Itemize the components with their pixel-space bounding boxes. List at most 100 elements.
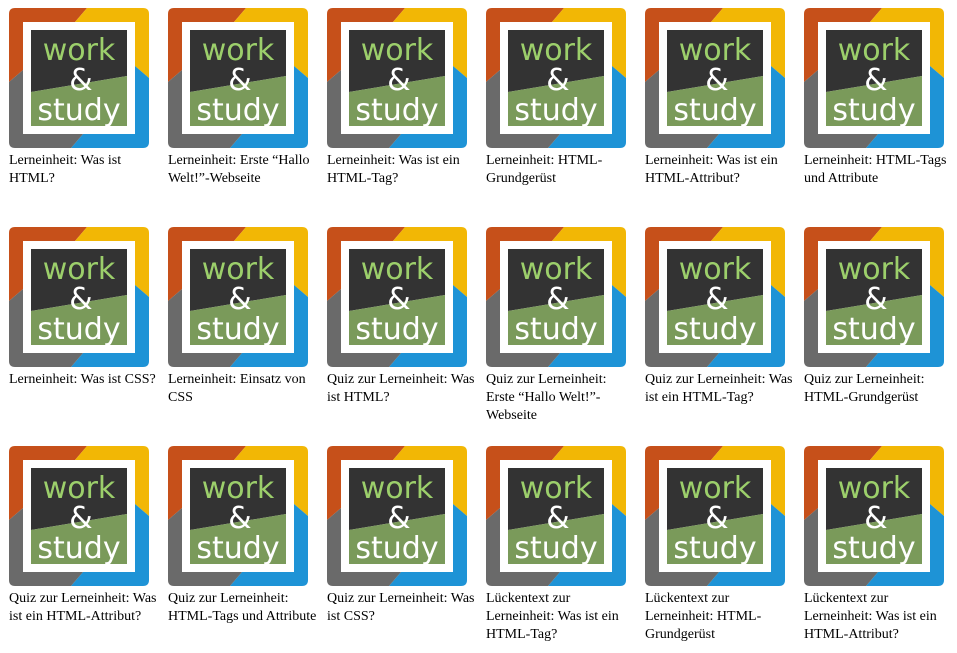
- course-thumbnail-link[interactable]: work & study: [645, 446, 785, 586]
- course-thumbnail-link[interactable]: work & study: [327, 227, 467, 367]
- course-title-link[interactable]: Lückentext zur Lerneinheit: HTML-Grundge…: [645, 591, 761, 642]
- course-title: Quiz zur Lerneinheit: Was ist CSS?: [327, 590, 477, 626]
- course-tile[interactable]: work & study Lerneinheit: HTML-Tags und Att…: [804, 8, 954, 188]
- work-and-study-logo: work&study: [9, 227, 149, 367]
- course-title: Lerneinheit: Einsatz von CSS: [168, 371, 318, 407]
- course-title: Lerneinheit: Was ist ein HTML-Tag?: [327, 152, 477, 188]
- logo-text-study: study: [832, 312, 915, 347]
- course-tile-grid: work & study Lerneinheit: Was ist HTML? work…: [0, 0, 957, 653]
- work-and-study-logo: work&study: [645, 227, 785, 367]
- course-thumbnail-link[interactable]: work & study: [645, 227, 785, 367]
- course-title-link[interactable]: Lerneinheit: Was ist ein HTML-Attribut?: [645, 153, 778, 186]
- logo-text-study: study: [196, 312, 279, 347]
- course-thumbnail-link[interactable]: work & study: [9, 8, 149, 148]
- course-tile[interactable]: work & study Lückentext zur Lerneinheit: Wa…: [804, 446, 954, 644]
- course-title: Quiz zur Lerneinheit: Was ist HTML?: [327, 371, 477, 407]
- course-thumbnail-link[interactable]: work & study: [486, 8, 626, 148]
- course-tile[interactable]: work & study Quiz zur Lerneinheit: Was ist …: [327, 446, 477, 626]
- course-title-link[interactable]: Lerneinheit: Was ist ein HTML-Tag?: [327, 153, 460, 186]
- work-and-study-logo: work&study: [168, 227, 308, 367]
- course-title: Lückentext zur Lerneinheit: HTML-Grundge…: [645, 590, 795, 644]
- course-title-link[interactable]: Lerneinheit: Erste “Hallo Welt!”-Webseit…: [168, 153, 310, 186]
- course-tile[interactable]: work & study Lückentext zur Lerneinheit: Wa…: [486, 446, 636, 644]
- work-and-study-logo: work&study: [9, 446, 149, 586]
- course-thumbnail-link[interactable]: work & study: [486, 227, 626, 367]
- course-title-link[interactable]: Quiz zur Lerneinheit: Was ist ein HTML-A…: [9, 591, 157, 624]
- course-tile[interactable]: work & study Lerneinheit: Einsatz von CSS: [168, 227, 318, 407]
- course-title-link[interactable]: Quiz zur Lerneinheit: HTML-Tags und Attr…: [168, 591, 316, 624]
- work-and-study-logo: work&study: [486, 446, 626, 586]
- course-tile[interactable]: work & study Quiz zur Lerneinheit: Was ist …: [645, 227, 795, 407]
- course-title: Lerneinheit: Erste “Hallo Welt!”-Webseit…: [168, 152, 318, 188]
- course-title: Quiz zur Lerneinheit: Was ist ein HTML-A…: [9, 590, 159, 626]
- course-title: Lerneinheit: Was ist ein HTML-Attribut?: [645, 152, 795, 188]
- course-title: Quiz zur Lerneinheit: HTML-Grundgerüst: [804, 371, 954, 407]
- course-title-link[interactable]: Lückentext zur Lerneinheit: Was ist ein …: [486, 591, 619, 642]
- work-and-study-logo: work&study: [804, 8, 944, 148]
- course-thumbnail-link[interactable]: work & study: [168, 446, 308, 586]
- work-and-study-logo: work&study: [327, 8, 467, 148]
- logo-text-study: study: [832, 93, 915, 128]
- course-title: Quiz zur Lerneinheit: Was ist ein HTML-T…: [645, 371, 795, 407]
- course-title-link[interactable]: Lerneinheit: Was ist CSS?: [9, 372, 156, 387]
- course-tile[interactable]: work & study Lerneinheit: HTML-Grundgerüst: [486, 8, 636, 188]
- work-and-study-logo: work&study: [327, 227, 467, 367]
- course-tile[interactable]: work & study Quiz zur Lerneinheit: Was ist …: [327, 227, 477, 407]
- course-title-link[interactable]: Quiz zur Lerneinheit: HTML-Grundgerüst: [804, 372, 925, 405]
- logo-text-study: study: [514, 312, 597, 347]
- course-title: Quiz zur Lerneinheit: Erste “Hallo Welt!…: [486, 371, 636, 425]
- course-thumbnail-link[interactable]: work & study: [9, 227, 149, 367]
- work-and-study-logo: work&study: [168, 446, 308, 586]
- course-tile[interactable]: work & study Quiz zur Lerneinheit: Erste “H…: [486, 227, 636, 425]
- course-thumbnail-link[interactable]: work & study: [168, 227, 308, 367]
- course-thumbnail-link[interactable]: work & study: [804, 446, 944, 586]
- course-title-link[interactable]: Quiz zur Lerneinheit: Was ist ein HTML-T…: [645, 372, 793, 405]
- course-tile[interactable]: work & study Quiz zur Lerneinheit: HTML-Tag…: [168, 446, 318, 626]
- logo-text-study: study: [673, 93, 756, 128]
- work-and-study-logo: work&study: [9, 8, 149, 148]
- logo-text-study: study: [514, 93, 597, 128]
- course-thumbnail-link[interactable]: work & study: [486, 446, 626, 586]
- course-title-link[interactable]: Lerneinheit: HTML-Tags und Attribute: [804, 153, 946, 186]
- work-and-study-logo: work&study: [168, 8, 308, 148]
- course-tile[interactable]: work & study Lerneinheit: Erste “Hallo Welt…: [168, 8, 318, 188]
- work-and-study-logo: work&study: [486, 227, 626, 367]
- logo-text-study: study: [355, 312, 438, 347]
- course-title-link[interactable]: Lerneinheit: HTML-Grundgerüst: [486, 153, 602, 186]
- logo-text-study: study: [673, 312, 756, 347]
- course-thumbnail-link[interactable]: work & study: [804, 227, 944, 367]
- course-thumbnail-link[interactable]: work & study: [327, 446, 467, 586]
- course-tile[interactable]: work & study Lerneinheit: Was ist CSS?: [9, 227, 159, 389]
- course-title-link[interactable]: Quiz zur Lerneinheit: Was ist CSS?: [327, 591, 475, 624]
- logo-text-study: study: [673, 531, 756, 566]
- course-tile[interactable]: work & study Lerneinheit: Was ist HTML?: [9, 8, 159, 188]
- work-and-study-logo: work&study: [486, 8, 626, 148]
- course-title: Lerneinheit: HTML-Tags und Attribute: [804, 152, 954, 188]
- logo-text-study: study: [196, 531, 279, 566]
- work-and-study-logo: work&study: [804, 446, 944, 586]
- course-title: Lerneinheit: Was ist CSS?: [9, 371, 159, 389]
- logo-text-study: study: [37, 531, 120, 566]
- course-tile[interactable]: work & study Quiz zur Lerneinheit: HTML-Gru…: [804, 227, 954, 407]
- course-tile[interactable]: work & study Lückentext zur Lerneinheit: HT…: [645, 446, 795, 644]
- course-title-link[interactable]: Lerneinheit: Einsatz von CSS: [168, 372, 306, 405]
- course-title-link[interactable]: Lückentext zur Lerneinheit: Was ist ein …: [804, 591, 937, 642]
- course-title: Lückentext zur Lerneinheit: Was ist ein …: [804, 590, 954, 644]
- logo-text-study: study: [355, 93, 438, 128]
- course-title-link[interactable]: Quiz zur Lerneinheit: Erste “Hallo Welt!…: [486, 372, 607, 423]
- course-tile[interactable]: work & study Quiz zur Lerneinheit: Was ist …: [9, 446, 159, 626]
- course-title-link[interactable]: Quiz zur Lerneinheit: Was ist HTML?: [327, 372, 475, 405]
- work-and-study-logo: work&study: [804, 227, 944, 367]
- course-thumbnail-link[interactable]: work & study: [327, 8, 467, 148]
- course-thumbnail-link[interactable]: work & study: [9, 446, 149, 586]
- course-tile[interactable]: work & study Lerneinheit: Was ist ein HTML-…: [645, 8, 795, 188]
- course-thumbnail-link[interactable]: work & study: [645, 8, 785, 148]
- logo-text-study: study: [355, 531, 438, 566]
- logo-text-study: study: [37, 93, 120, 128]
- course-thumbnail-link[interactable]: work & study: [168, 8, 308, 148]
- work-and-study-logo: work&study: [645, 8, 785, 148]
- logo-text-study: study: [514, 531, 597, 566]
- course-title-link[interactable]: Lerneinheit: Was ist HTML?: [9, 153, 121, 186]
- course-tile[interactable]: work & study Lerneinheit: Was ist ein HTML-…: [327, 8, 477, 188]
- course-thumbnail-link[interactable]: work & study: [804, 8, 944, 148]
